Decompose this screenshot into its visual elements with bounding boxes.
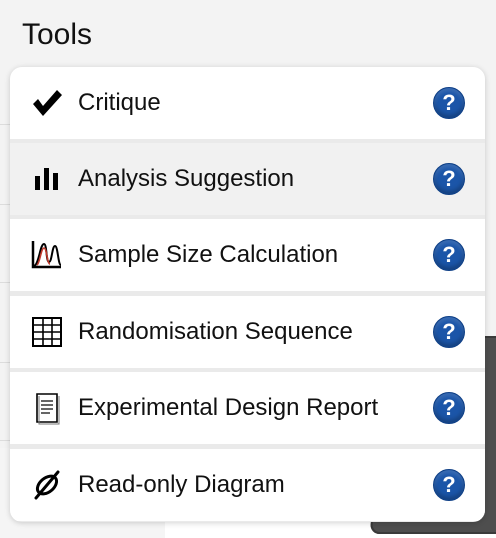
menu-item-label: Analysis Suggestion (78, 165, 295, 192)
menu-item-sample-size-calculation[interactable]: Sample Size Calculation ? (10, 219, 485, 291)
menu-item-label: Critique (78, 89, 161, 116)
help-icon[interactable]: ? (433, 316, 465, 348)
menu-item-analysis-suggestion[interactable]: Analysis Suggestion ? (10, 143, 485, 215)
help-icon[interactable]: ? (433, 392, 465, 424)
menu-item-label: Randomisation Sequence (78, 318, 353, 345)
help-icon[interactable]: ? (433, 469, 465, 501)
distribution-curve-icon (30, 238, 64, 272)
menu-item-label: Experimental Design Report (78, 394, 379, 421)
tools-menu: Critique ? Analysis Suggestion ? Sample … (10, 67, 485, 522)
menu-item-read-only-diagram[interactable]: Read-only Diagram ? (10, 449, 485, 521)
help-icon[interactable]: ? (433, 87, 465, 119)
document-icon (30, 391, 64, 425)
menu-item-experimental-design-report[interactable]: Experimental Design Report ? (10, 372, 485, 444)
help-icon[interactable]: ? (433, 163, 465, 195)
crossed-link-icon (30, 468, 64, 502)
bar-chart-icon (30, 162, 64, 196)
menu-item-label: Read-only Diagram (78, 471, 285, 498)
menu-item-randomisation-sequence[interactable]: Randomisation Sequence ? (10, 296, 485, 368)
menu-item-label: Sample Size Calculation (78, 241, 339, 268)
menu-item-critique[interactable]: Critique ? (10, 67, 485, 139)
checkmark-icon (30, 86, 64, 120)
table-grid-icon (30, 315, 64, 349)
page-title: Tools (22, 18, 93, 51)
help-icon[interactable]: ? (433, 239, 465, 271)
